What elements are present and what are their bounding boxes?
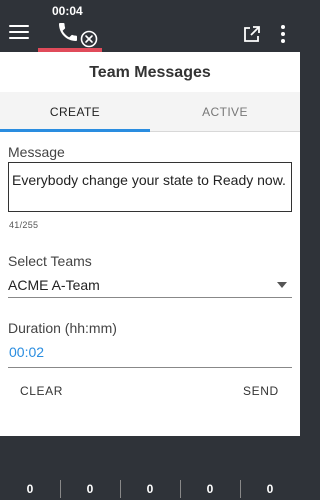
menu-icon[interactable] bbox=[9, 25, 29, 41]
phone-icon bbox=[59, 23, 77, 41]
call-timer: 00:04 bbox=[52, 4, 83, 18]
stat-value: 0 bbox=[86, 482, 94, 496]
teams-select[interactable]: ACME A-Team bbox=[8, 274, 292, 298]
active-call-indicator[interactable]: 00:04 bbox=[38, 0, 102, 52]
stat-value: 0 bbox=[266, 482, 274, 496]
tab-bar: CREATE ACTIVE bbox=[0, 92, 300, 132]
stat-value: 0 bbox=[146, 482, 154, 496]
duration-label: Duration (hh:mm) bbox=[8, 320, 117, 336]
team-messages-panel: Team Messages CREATE ACTIVE Message Ever… bbox=[0, 52, 300, 436]
message-input[interactable]: Everybody change your state to Ready now… bbox=[8, 162, 292, 212]
tab-create[interactable]: CREATE bbox=[0, 92, 150, 132]
duration-input[interactable]: 00:02 bbox=[8, 342, 292, 368]
duration-value: 00:02 bbox=[9, 344, 45, 360]
send-button[interactable]: SEND bbox=[243, 384, 279, 404]
stat-value: 0 bbox=[206, 482, 214, 496]
message-label: Message bbox=[8, 144, 65, 160]
more-vert-icon[interactable] bbox=[278, 24, 288, 44]
popout-icon[interactable] bbox=[242, 24, 262, 44]
dropdown-caret-icon bbox=[277, 282, 287, 288]
stats-bar: 0 0 0 0 0 bbox=[0, 478, 300, 500]
clear-button[interactable]: CLEAR bbox=[20, 384, 63, 404]
end-call-icon[interactable] bbox=[80, 30, 98, 48]
tab-active[interactable]: ACTIVE bbox=[150, 92, 300, 132]
teams-select-value: ACME A-Team bbox=[8, 277, 100, 293]
select-teams-label: Select Teams bbox=[8, 253, 92, 269]
top-bar: 00:04 bbox=[0, 0, 300, 52]
character-counter: 41/255 bbox=[9, 220, 39, 230]
panel-title: Team Messages bbox=[89, 64, 211, 81]
stat-value: 0 bbox=[26, 482, 34, 496]
tab-selected-indicator bbox=[0, 129, 150, 132]
